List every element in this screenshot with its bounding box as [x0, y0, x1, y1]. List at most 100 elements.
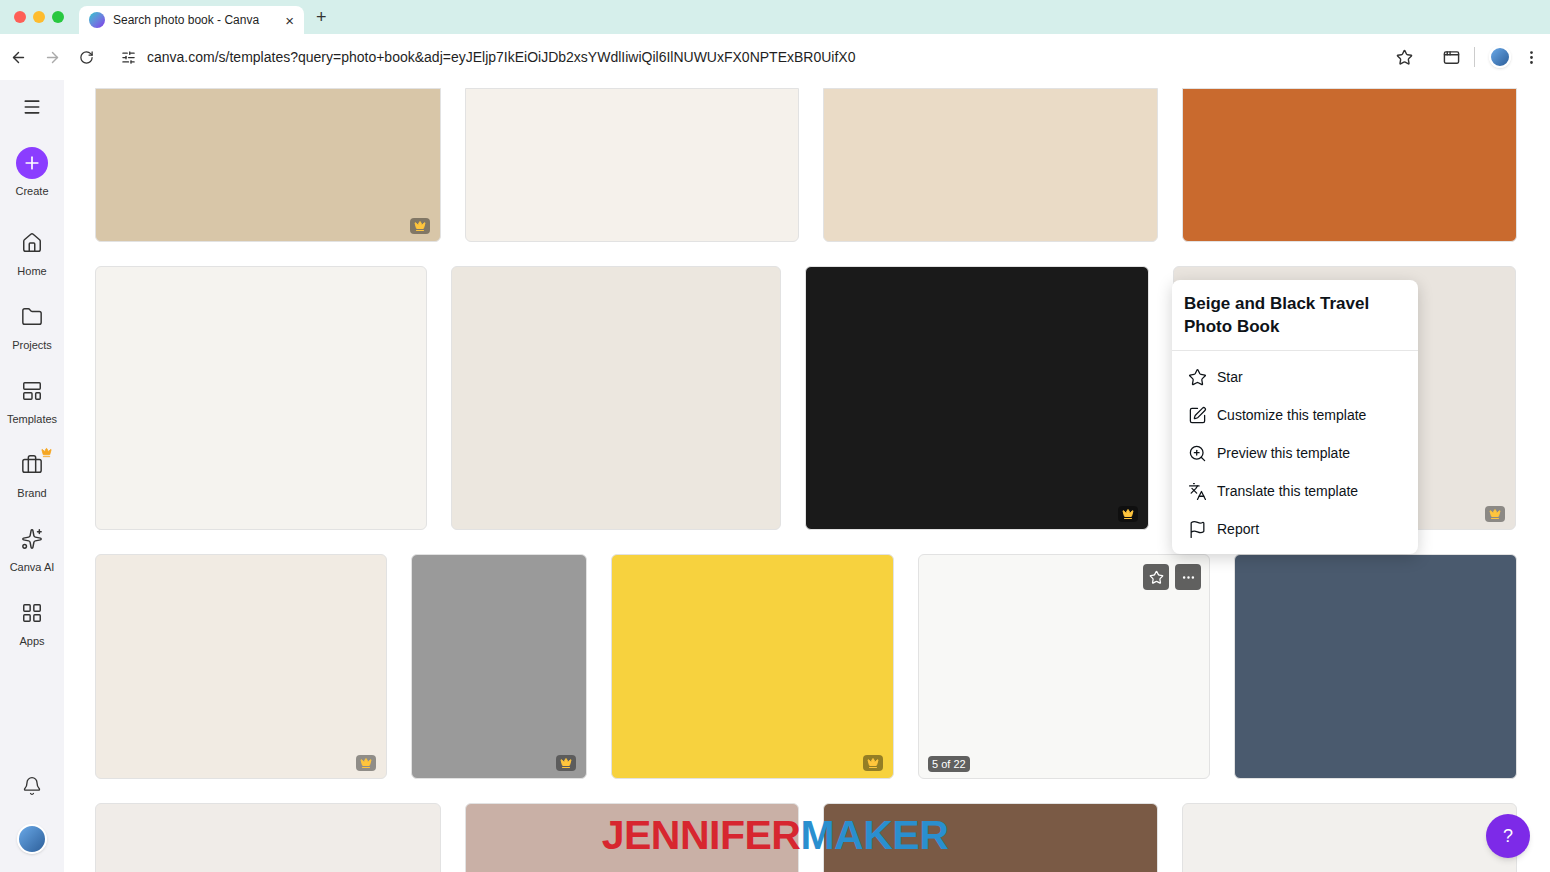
- avatar-icon[interactable]: [17, 824, 47, 854]
- menu-item-label: Report: [1217, 519, 1259, 540]
- tab-search-icon[interactable]: [1443, 49, 1460, 66]
- sidebar-label: Projects: [12, 337, 52, 353]
- crown-icon: [560, 757, 572, 769]
- sidebar-item[interactable]: Apps: [2, 597, 62, 649]
- menu-item[interactable]: Customize this template: [1172, 396, 1418, 434]
- menu-item-label: Preview this template: [1217, 443, 1350, 464]
- toolbar-separator: [1474, 47, 1475, 67]
- template-card[interactable]: [823, 88, 1158, 242]
- window-controls: [14, 11, 64, 23]
- sidebar-item[interactable]: Create: [2, 147, 62, 199]
- url-field[interactable]: canva.com/s/templates?query=photo+book&a…: [147, 47, 1384, 68]
- sidebar-label: Brand: [17, 485, 46, 501]
- premium-badge: [1485, 506, 1505, 522]
- template-card[interactable]: [465, 803, 799, 872]
- plus-icon: [22, 153, 42, 173]
- menu-item[interactable]: Preview this template: [1172, 434, 1418, 472]
- template-card[interactable]: [1182, 803, 1517, 872]
- premium-badge: [863, 755, 883, 771]
- bookmark-star-icon[interactable]: [1396, 49, 1413, 66]
- premium-badge: [356, 755, 376, 771]
- menu-item[interactable]: Translate this template: [1172, 472, 1418, 510]
- card-star-button[interactable]: [1143, 564, 1169, 590]
- template-row: [95, 803, 1550, 872]
- menu-item-label: Star: [1217, 367, 1243, 388]
- watermark-part: MAKER: [800, 812, 948, 858]
- more-icon: [1181, 570, 1196, 585]
- menu-title: Beige and Black Travel Photo Book: [1172, 280, 1418, 350]
- forward-icon[interactable]: [44, 49, 61, 66]
- sidebar-label: Create: [15, 183, 48, 199]
- template-icon: [21, 380, 43, 402]
- card-more-button[interactable]: [1175, 564, 1201, 590]
- template-card[interactable]: [95, 803, 441, 872]
- apps-grid-icon: [21, 602, 43, 624]
- menu-item[interactable]: Star: [1172, 358, 1418, 396]
- watermark-part: JENNIFER: [602, 812, 801, 858]
- menu-item-label: Translate this template: [1217, 481, 1358, 502]
- star-icon: [1188, 368, 1207, 387]
- template-card[interactable]: [95, 554, 387, 779]
- crown-icon: [867, 757, 879, 769]
- browser-menu-icon[interactable]: [1523, 49, 1540, 66]
- help-button[interactable]: ?: [1486, 814, 1530, 858]
- briefcase-icon: [21, 454, 43, 476]
- tab-title: Search photo book - Canva: [113, 11, 277, 29]
- new-tab-button[interactable]: +: [316, 8, 327, 26]
- sidebar: Create Home Projects Templates Brand Canva AI…: [0, 80, 64, 872]
- menu-item[interactable]: Report: [1172, 510, 1418, 548]
- premium-badge: [410, 218, 430, 234]
- tab-strip: Search photo book - Canva × +: [0, 0, 1550, 34]
- sidebar-item[interactable]: Canva AI: [2, 523, 62, 575]
- crown-icon: [414, 220, 426, 232]
- avatar-icon[interactable]: [1489, 46, 1511, 68]
- premium-badge: [1118, 506, 1138, 522]
- canva-favicon-icon: [89, 12, 105, 28]
- crown-icon: [1489, 508, 1501, 520]
- template-card[interactable]: [465, 88, 799, 242]
- create-button[interactable]: [16, 147, 48, 179]
- zoom-in-icon: [1188, 444, 1207, 463]
- template-row: 5 of 22: [95, 554, 1550, 779]
- sidebar-label: Home: [17, 263, 46, 279]
- page-count-badge: 5 of 22: [928, 756, 970, 772]
- close-window-icon[interactable]: [14, 11, 26, 23]
- sidebar-label: Templates: [7, 411, 57, 427]
- notifications-icon[interactable]: [22, 776, 42, 796]
- app: Search photo book - Canva × + canva.com/s/t…: [0, 0, 1550, 872]
- hamburger-menu-icon[interactable]: [22, 97, 42, 117]
- template-card[interactable]: 5 of 22: [918, 554, 1210, 779]
- template-card[interactable]: [823, 803, 1158, 872]
- context-menu: Beige and Black Travel Photo Book Star Cus…: [1172, 280, 1418, 554]
- template-card[interactable]: [95, 88, 441, 242]
- sparkles-icon: [21, 528, 43, 550]
- brand-crown-icon: [41, 447, 52, 458]
- flag-icon: [1188, 520, 1207, 539]
- template-card[interactable]: [611, 554, 894, 779]
- folder-icon: [21, 306, 43, 328]
- site-info-icon[interactable]: [121, 50, 136, 65]
- template-card[interactable]: [1182, 88, 1517, 242]
- browser-tab[interactable]: Search photo book - Canva ×: [79, 6, 304, 34]
- crown-icon: [360, 757, 372, 769]
- template-card[interactable]: [95, 266, 427, 530]
- minimize-window-icon[interactable]: [33, 11, 45, 23]
- reload-icon[interactable]: [79, 50, 94, 65]
- back-icon[interactable]: [10, 49, 27, 66]
- sidebar-item[interactable]: Home: [2, 227, 62, 279]
- tab-close-button[interactable]: ×: [285, 13, 294, 28]
- template-card[interactable]: [451, 266, 781, 530]
- sidebar-item[interactable]: Templates: [2, 375, 62, 427]
- sidebar-item[interactable]: Brand: [2, 449, 62, 501]
- browser-chrome: Search photo book - Canva × + canva.com/s/t…: [0, 0, 1550, 80]
- sidebar-label: Canva AI: [10, 559, 55, 575]
- template-card[interactable]: [411, 554, 587, 779]
- home-icon: [21, 232, 43, 254]
- star-icon: [1149, 570, 1164, 585]
- maximize-window-icon[interactable]: [52, 11, 64, 23]
- template-card[interactable]: [1234, 554, 1517, 779]
- template-card[interactable]: [805, 266, 1149, 530]
- sidebar-item[interactable]: Projects: [2, 301, 62, 353]
- crown-icon: [1122, 508, 1134, 520]
- address-bar: canva.com/s/templates?query=photo+book&a…: [0, 34, 1550, 80]
